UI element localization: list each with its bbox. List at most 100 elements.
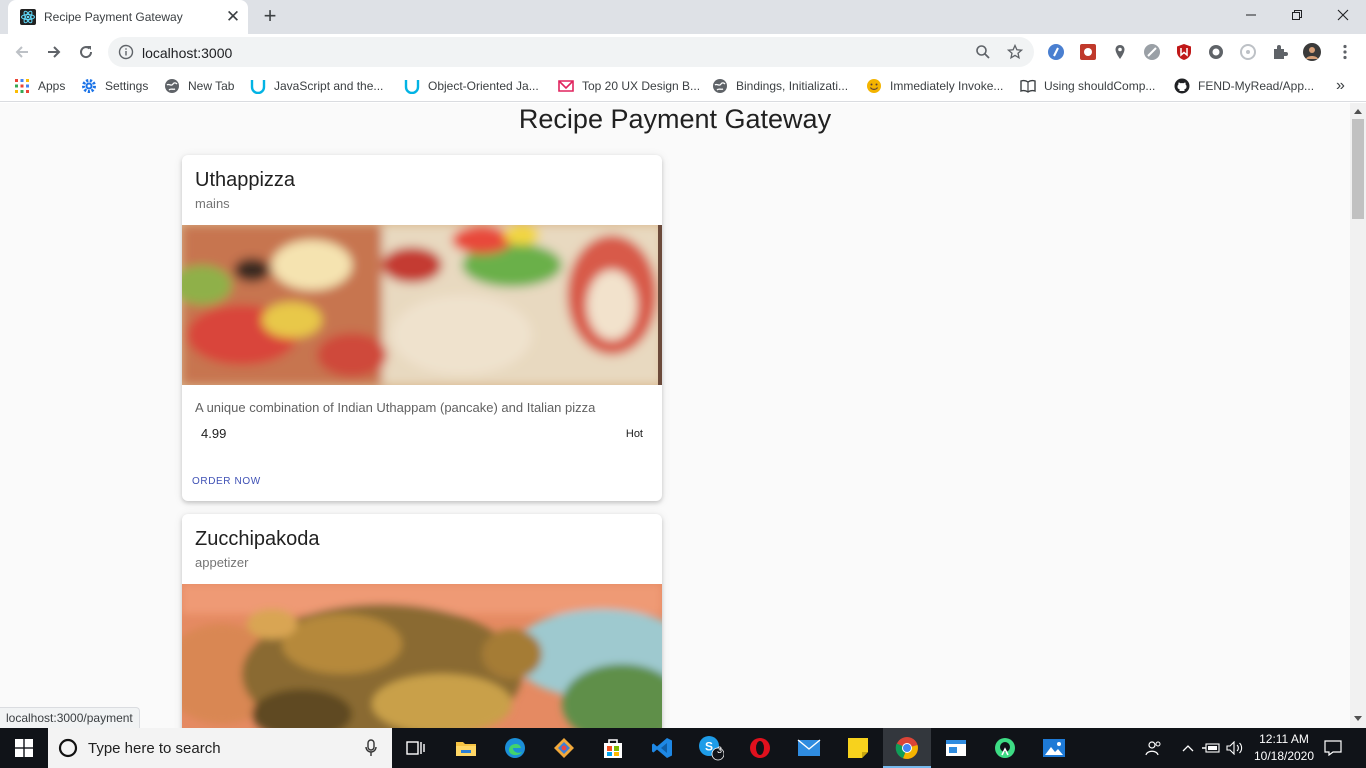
extension-red-icon[interactable] <box>1079 43 1097 61</box>
mcafee-shield-icon[interactable] <box>1175 43 1193 61</box>
bookmark-apps[interactable]: Apps <box>14 76 65 96</box>
bookmark-object-oriented[interactable]: Object-Oriented Ja... <box>404 76 539 96</box>
bookmark-bindings[interactable]: Bindings, Initializati... <box>712 76 848 96</box>
diamond-app-icon <box>554 738 574 758</box>
page-scrollbar[interactable] <box>1350 103 1366 728</box>
scroll-down-icon[interactable] <box>1354 716 1362 722</box>
scroll-up-icon[interactable] <box>1354 108 1362 114</box>
address-url[interactable]: localhost:3000 <box>142 45 232 61</box>
speaker-icon <box>1226 741 1243 755</box>
taskbar-chrome[interactable] <box>883 728 931 768</box>
page-title: Recipe Payment Gateway <box>518 104 832 134</box>
extensions-puzzle-icon[interactable] <box>1271 43 1289 61</box>
sticky-note-icon <box>848 738 868 758</box>
bookmark-label: FEND-MyRead/App... <box>1198 79 1315 93</box>
taskbar-file-explorer[interactable] <box>442 728 490 768</box>
bookmark-should-component-update[interactable]: Using shouldComp... <box>1020 76 1155 96</box>
recipe-card: Zucchipakoda appetizer <box>182 514 662 728</box>
bookmark-settings[interactable]: Settings <box>81 76 148 96</box>
extension-compass-icon[interactable] <box>1143 43 1161 61</box>
profile-avatar-icon[interactable] <box>1303 43 1321 61</box>
recipe-price: 4.99 <box>201 426 227 441</box>
extension-blue-icon[interactable] <box>1047 43 1065 61</box>
chrome-menu-icon[interactable] <box>1336 43 1354 61</box>
zoom-button[interactable] <box>974 43 992 61</box>
browser-tab[interactable]: Recipe Payment Gateway ✕ <box>8 0 248 34</box>
taskbar-opera[interactable] <box>736 728 784 768</box>
bookmark-label: Using shouldComp... <box>1044 79 1156 93</box>
extension-ring-icon[interactable] <box>1239 43 1257 61</box>
microphone-icon[interactable] <box>364 739 378 757</box>
back-button[interactable] <box>10 40 34 64</box>
close-window-button[interactable] <box>1320 0 1366 30</box>
minimize-icon <box>1246 14 1256 16</box>
bookmark-label: Top 20 UX Design B... <box>582 79 701 93</box>
browser-toolbar: localhost:3000 <box>0 34 1366 70</box>
magnifier-icon <box>976 45 990 59</box>
start-button[interactable] <box>0 728 48 768</box>
windows-taskbar: Type here to search S 3 12:11 AM 10/18/2… <box>0 728 1366 768</box>
info-icon[interactable] <box>118 44 134 60</box>
minimize-button[interactable] <box>1228 0 1274 30</box>
task-view-button[interactable] <box>392 728 440 768</box>
bookmark-label: Immediately Invoke... <box>890 79 1004 93</box>
battery-button[interactable] <box>1200 728 1222 768</box>
bookmark-label: Bindings, Initializati... <box>736 79 849 93</box>
bookmark-label: New Tab <box>188 79 235 93</box>
settings-gear-icon <box>82 79 96 93</box>
arrow-left-icon <box>15 46 28 58</box>
restore-button[interactable] <box>1274 0 1320 30</box>
bookmarks-overflow-button[interactable]: » <box>1336 76 1345 96</box>
recipe-name: Uthappizza <box>195 169 296 191</box>
volume-button[interactable] <box>1224 728 1246 768</box>
task-view-icon <box>406 741 425 755</box>
bookmark-label: Object-Oriented Ja... <box>428 79 539 93</box>
react-favicon-icon <box>20 9 36 25</box>
bookmark-fend-myread[interactable]: FEND-MyRead/App... <box>1174 76 1314 96</box>
taskbar-vscode[interactable] <box>638 728 686 768</box>
show-hidden-icons-button[interactable] <box>1178 728 1198 768</box>
taskbar-android-studio[interactable] <box>981 728 1029 768</box>
bookmark-label: JavaScript and the... <box>274 79 384 93</box>
bookmark-star-button[interactable] <box>1006 43 1024 61</box>
taskbar-edge[interactable] <box>491 728 539 768</box>
taskbar-sticky-notes[interactable] <box>834 728 882 768</box>
extension-circle-icon[interactable] <box>1207 43 1225 61</box>
taskbar-clock[interactable]: 12:11 AM 10/18/2020 <box>1246 731 1322 765</box>
page-viewport: Recipe Payment Gateway Uthappizza mains <box>0 103 1350 728</box>
taskbar-search-box[interactable]: Type here to search <box>48 728 392 768</box>
udacity-icon <box>250 80 266 94</box>
reload-icon <box>80 46 93 59</box>
taskbar-photos[interactable] <box>1030 728 1078 768</box>
mail-logo-icon <box>558 80 574 92</box>
smiley-icon <box>867 79 881 93</box>
scrollbar-thumb[interactable] <box>1352 119 1364 219</box>
order-now-button[interactable]: ORDER NOW <box>192 476 261 487</box>
bookmark-javascript[interactable]: JavaScript and the... <box>250 76 383 96</box>
taskbar-skype[interactable]: S 3 <box>687 728 735 768</box>
new-tab-button[interactable]: + <box>258 5 282 28</box>
forward-button[interactable] <box>42 40 66 64</box>
bookmark-ux-design[interactable]: Top 20 UX Design B... <box>558 76 700 96</box>
taskbar-store[interactable] <box>589 728 637 768</box>
tab-title: Recipe Payment Gateway <box>44 10 183 24</box>
location-pin-icon[interactable] <box>1111 43 1129 61</box>
window-app-icon <box>946 740 966 756</box>
reload-button[interactable] <box>74 40 98 64</box>
tab-close-icon[interactable]: ✕ <box>224 8 242 26</box>
taskbar-git-kraken[interactable] <box>540 728 588 768</box>
battery-plug-icon <box>1202 743 1220 753</box>
globe-icon <box>713 79 727 93</box>
bookmark-iife[interactable]: Immediately Invoke... <box>866 76 1003 96</box>
windows-logo-icon <box>15 739 33 757</box>
android-studio-icon <box>995 738 1015 758</box>
store-bag-icon <box>604 739 622 758</box>
search-placeholder: Type here to search <box>88 740 221 757</box>
bookmark-new-tab[interactable]: New Tab <box>164 76 234 96</box>
recipe-description: A unique combination of Indian Uthappam … <box>195 400 596 415</box>
taskbar-window-app[interactable] <box>932 728 980 768</box>
people-button[interactable] <box>1142 728 1166 768</box>
address-bar[interactable]: localhost:3000 <box>108 37 1034 67</box>
taskbar-mail[interactable] <box>785 728 833 768</box>
action-center-button[interactable] <box>1320 728 1346 768</box>
